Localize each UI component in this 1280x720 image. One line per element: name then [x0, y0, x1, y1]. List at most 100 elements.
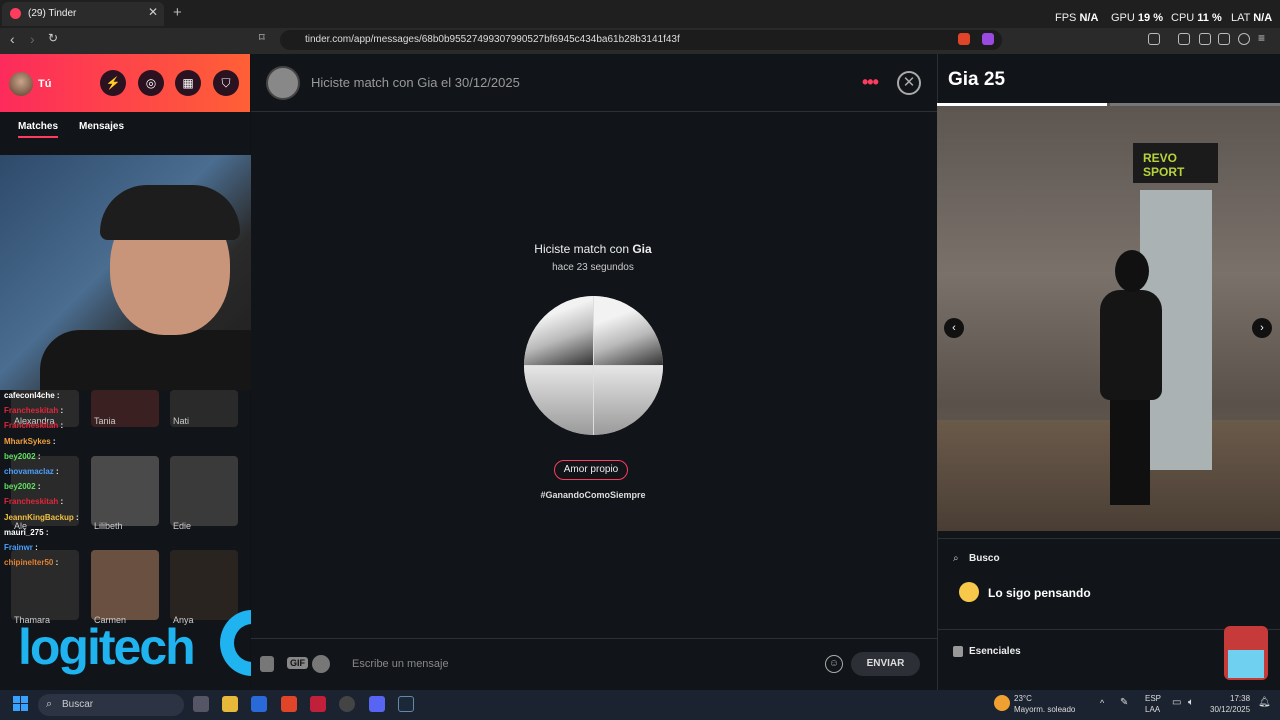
bookmark-icon[interactable]: ⌑: [259, 31, 265, 44]
language-layout[interactable]: LAA: [1145, 705, 1160, 714]
taskbar-search[interactable]: Buscar: [38, 694, 184, 716]
brave-browser-icon[interactable]: [281, 696, 297, 712]
prev-photo-icon[interactable]: ‹: [944, 318, 964, 338]
app-icon[interactable]: [310, 696, 326, 712]
sidebar-toggle-icon[interactable]: [1178, 33, 1190, 45]
boost-icon[interactable]: ⚡: [100, 70, 126, 96]
hashtag: #GanandoComoSiempre: [540, 490, 646, 500]
chat-separator: :: [53, 558, 59, 568]
send-button[interactable]: ENVIAR: [851, 652, 920, 676]
chat-username: chovamaclaz: [4, 466, 54, 476]
windows-start-icon[interactable]: [13, 696, 29, 712]
chat-username: Frainwr: [4, 542, 33, 552]
webcam-cap: [100, 185, 240, 240]
url-bar[interactable]: tinder.com/app/messages/68b0b95527499307…: [280, 30, 1002, 50]
rewards-icon[interactable]: [982, 33, 994, 45]
spotify-icon[interactable]: [312, 655, 330, 673]
briefcase-icon[interactable]: ▦: [175, 70, 201, 96]
new-tab-button[interactable]: +: [173, 4, 182, 21]
back-icon[interactable]: ‹: [10, 31, 15, 47]
logitech-logo: logitech: [18, 619, 196, 675]
network-icon[interactable]: ▭: [1172, 697, 1181, 708]
tab-mensajes[interactable]: Mensajes: [79, 121, 124, 132]
stream-chat: cafeconl4che : Francheskitah : Francheskit…: [4, 391, 124, 573]
file-explorer-icon[interactable]: [222, 696, 238, 712]
match-time: hace 23 segundos: [552, 262, 634, 273]
chat-username: Francheskitah: [4, 406, 59, 416]
chat-separator: :: [32, 542, 38, 552]
essentials-title: Esenciales: [969, 646, 1021, 657]
message-input[interactable]: Escribe un mensaje: [352, 658, 449, 670]
tinder-favicon-icon: [10, 8, 21, 19]
interest-tag: Amor propio: [554, 460, 628, 480]
chat-message: cafeconl4che :: [4, 391, 124, 406]
vpn-icon[interactable]: [1238, 33, 1250, 45]
photo-progress-active: [937, 103, 1107, 106]
lat-readout: LAT N/A: [1231, 12, 1273, 24]
photo-person: [1075, 250, 1185, 520]
notification-icon[interactable]: 🔔︎: [1258, 697, 1271, 708]
chat-separator: :: [54, 391, 60, 400]
shield-icon[interactable]: ⛉: [213, 70, 239, 96]
chat-message: MharkSykes :: [4, 437, 124, 452]
chat-message: bey2002 :: [4, 452, 124, 467]
more-options-icon[interactable]: •••: [862, 72, 879, 93]
chat-message: JeannKingBackup :: [4, 513, 124, 528]
fps-readout: FPS N/A: [1055, 12, 1099, 24]
chat-username: Francheskitah: [4, 497, 59, 507]
photo-sign: REVO SPORT: [1133, 143, 1218, 183]
pen-icon[interactable]: ✎: [1120, 697, 1128, 708]
weather-icon[interactable]: [994, 695, 1010, 711]
match-card[interactable]: [170, 456, 238, 526]
reload-icon[interactable]: ↻: [48, 31, 58, 45]
chat-message: chovamaclaz :: [4, 467, 124, 482]
chat-separator: :: [58, 421, 64, 431]
taskbar: [0, 690, 1280, 720]
match-photo[interactable]: [524, 296, 663, 435]
language-indicator[interactable]: ESP: [1145, 694, 1161, 703]
brave-shield-icon[interactable]: [958, 33, 970, 45]
clock-date[interactable]: 30/12/2025: [1210, 705, 1250, 714]
store-icon[interactable]: [251, 696, 267, 712]
forward-icon[interactable]: ›: [30, 31, 35, 47]
close-icon[interactable]: ✕: [897, 71, 921, 95]
weather-temp[interactable]: 23°C: [1014, 694, 1032, 703]
next-photo-icon[interactable]: ›: [1252, 318, 1272, 338]
essentials-icon: [953, 646, 963, 657]
tray-chevron-icon[interactable]: ^: [1100, 698, 1104, 708]
tab-matches[interactable]: Matches: [18, 121, 58, 132]
chat-username: bey2002: [4, 451, 36, 461]
match-card[interactable]: [170, 550, 238, 620]
match-heading: Hiciste match con Gia: [534, 242, 652, 256]
browser-tab[interactable]: (29) Tinder: [2, 2, 164, 26]
explore-icon[interactable]: ◎: [138, 70, 164, 96]
steam-icon[interactable]: [398, 696, 414, 712]
user-name[interactable]: Tú: [38, 78, 51, 90]
chat-separator: :: [50, 436, 56, 446]
extension-icon[interactable]: [1148, 33, 1160, 45]
gif-button[interactable]: GIF: [287, 657, 308, 669]
volume-icon[interactable]: 🔈︎: [1188, 697, 1194, 708]
match-avatar[interactable]: [266, 66, 300, 100]
chat-separator: :: [73, 512, 79, 522]
task-view-icon[interactable]: [193, 696, 209, 712]
menu-icon[interactable]: ≡: [1258, 31, 1265, 45]
emoji-icon[interactable]: ☺: [825, 655, 843, 673]
leo-ai-icon[interactable]: [1218, 33, 1230, 45]
chat-message: Frainwr :: [4, 543, 124, 558]
clock-time[interactable]: 17:38: [1230, 694, 1250, 703]
chat-separator: :: [43, 527, 49, 537]
sticker-icon[interactable]: [260, 656, 274, 672]
avatar[interactable]: [9, 72, 33, 96]
wallet-icon[interactable]: [1199, 33, 1211, 45]
match-name: Edie: [173, 521, 192, 531]
chat-username: mauri_275: [4, 527, 44, 537]
weather-desc[interactable]: Mayorm. soleado: [1014, 705, 1075, 714]
obs-icon[interactable]: [339, 696, 355, 712]
search-icon: ⌕: [46, 698, 53, 710]
photo-progress: [1110, 103, 1280, 106]
discord-icon[interactable]: [369, 696, 385, 712]
tab-close-icon[interactable]: ✕: [148, 5, 158, 19]
search-icon: ⌕: [953, 553, 959, 564]
chat-separator: :: [58, 497, 64, 507]
